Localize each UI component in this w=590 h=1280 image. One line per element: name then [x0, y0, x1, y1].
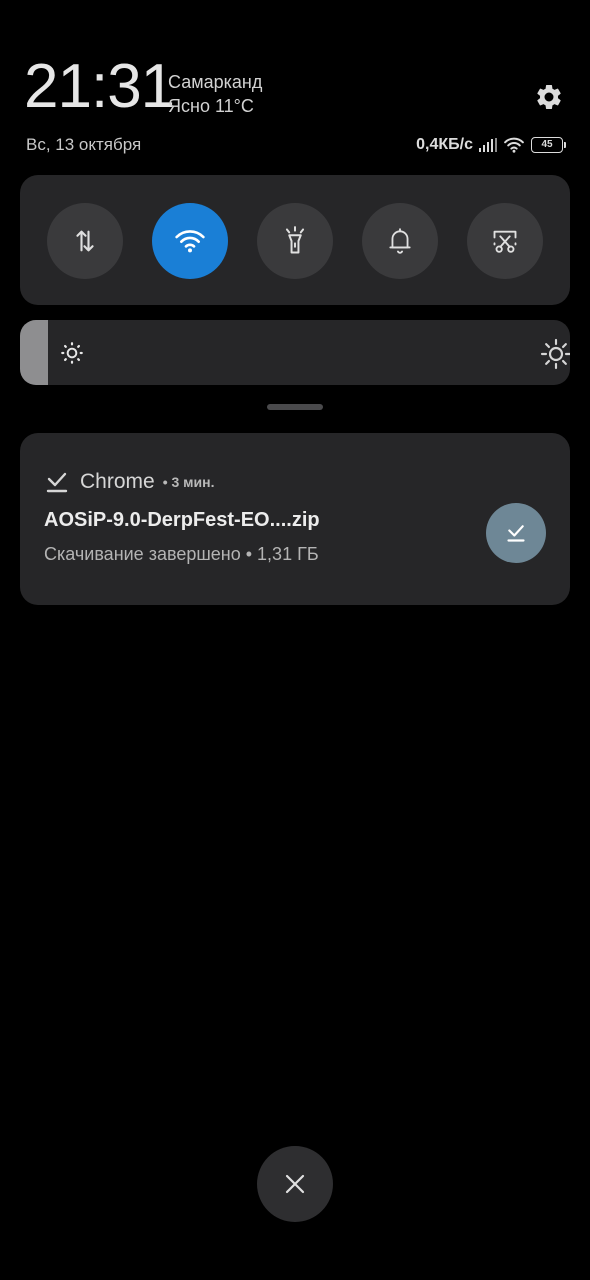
tile-flashlight[interactable]: [257, 203, 333, 279]
flashlight-icon: [285, 226, 305, 254]
data-transfer-icon: [76, 230, 94, 252]
brightness-low-icon: [61, 342, 83, 364]
settings-button[interactable]: [530, 78, 568, 116]
notification-text: Скачивание завершено • 1,31 ГБ: [44, 544, 319, 564]
brightness-fill: [20, 320, 48, 385]
network-speed: 0,4КБ/с: [416, 136, 473, 153]
wifi-icon: [175, 230, 205, 253]
wifi-status-icon: [504, 137, 524, 153]
tile-sound[interactable]: [362, 203, 438, 279]
tile-screenshot[interactable]: [467, 203, 543, 279]
date-label: Вс, 13 октября: [26, 135, 142, 154]
close-icon: [285, 1174, 305, 1194]
download-done-icon: [46, 472, 68, 493]
tile-mobile-data[interactable]: [47, 203, 123, 279]
brightness-slider[interactable]: [20, 320, 570, 385]
clock-time: 21:31: [24, 52, 175, 121]
brightness-high-icon: [540, 338, 570, 370]
weather-info: Самарканд Ясно 11°C: [168, 70, 262, 118]
scissors-screenshot-icon: [493, 230, 517, 253]
notification-title: AOSiP-9.0-DerpFest-EO....zip: [44, 509, 320, 531]
battery-icon: 45: [531, 137, 566, 153]
gear-icon: [537, 84, 561, 109]
download-done-icon: [507, 525, 525, 542]
notification-action-button[interactable]: [486, 503, 546, 563]
weather-condition: Ясно 11°C: [168, 96, 254, 116]
status-icons: 0,4КБ/с 45: [416, 133, 566, 157]
bell-icon: [389, 228, 411, 254]
notification-card[interactable]: Chrome • 3 мин. AOSiP-9.0-DerpFest-EO...…: [20, 433, 570, 605]
tile-wifi[interactable]: [152, 203, 228, 279]
signal-icon: [479, 138, 497, 152]
quick-settings-panel: [20, 175, 570, 305]
notification-app-name: Chrome: [80, 470, 155, 493]
weather-city: Самарканд: [168, 72, 263, 92]
panel-drag-handle[interactable]: [267, 404, 323, 410]
notification-header: Chrome • 3 мин.: [46, 468, 214, 496]
notification-time: • 3 мин.: [162, 474, 215, 490]
battery-level: 45: [531, 137, 563, 153]
clear-all-button[interactable]: [257, 1146, 333, 1222]
